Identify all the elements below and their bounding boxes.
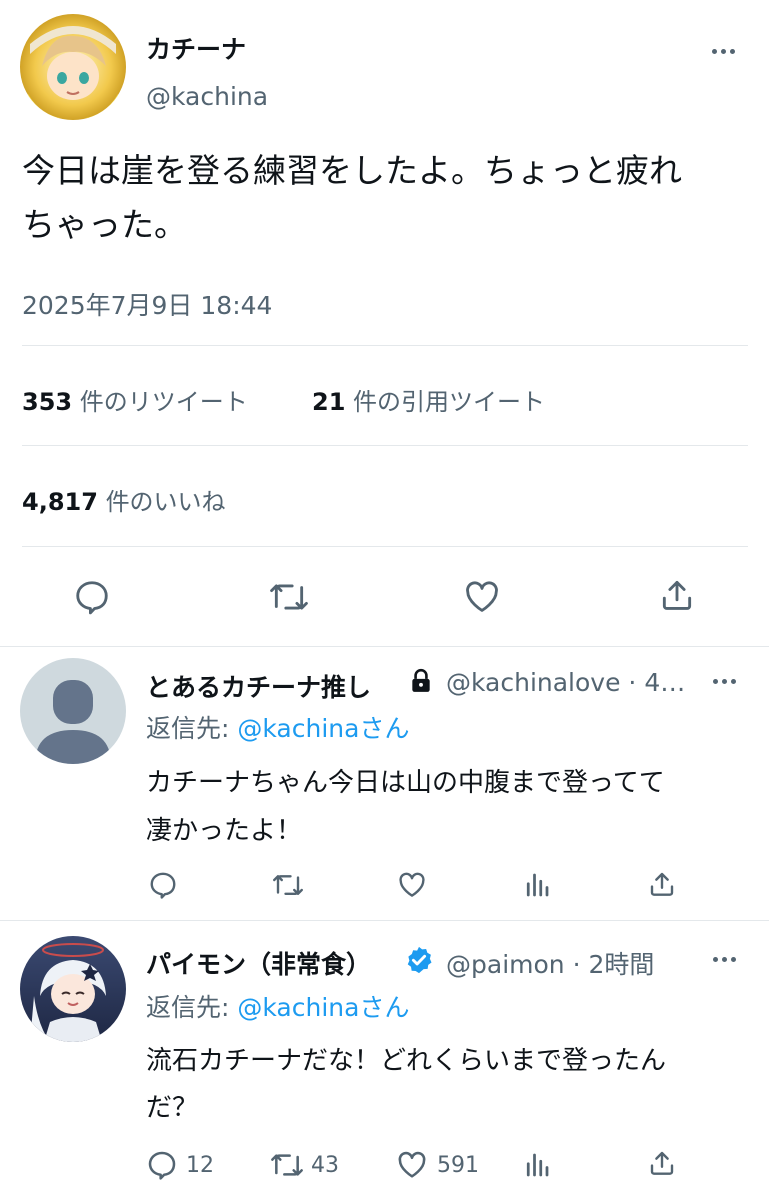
reply-to-handle[interactable]: @kachinaさん xyxy=(237,714,409,743)
share-icon[interactable] xyxy=(647,1147,677,1179)
analytics-icon[interactable] xyxy=(522,870,552,900)
quote-count: 21 xyxy=(312,388,346,416)
tweet-timestamp[interactable]: 2025年7月9日 18:44 xyxy=(22,286,272,322)
more-options-icon[interactable] xyxy=(713,679,736,684)
retweet-icon[interactable] xyxy=(268,578,310,616)
retweet-label: 件のリツイート xyxy=(79,388,248,416)
reply-text-line: だ？ xyxy=(146,1093,199,1123)
share-icon[interactable] xyxy=(658,576,696,614)
quote-label: 件の引用ツイート xyxy=(353,388,546,416)
verified-badge-icon xyxy=(404,945,434,975)
retweet-count: 353 xyxy=(22,388,73,416)
retweet-stats[interactable]: 353 件のリツイート xyxy=(22,382,248,417)
reply-icon[interactable] xyxy=(73,578,111,616)
like-count: 591 xyxy=(437,1152,479,1178)
reply-to-line: 返信先: @kachinaさん xyxy=(146,988,409,1024)
reply-handle-time[interactable]: @paimon · 2時間 xyxy=(446,945,654,981)
divider xyxy=(0,920,769,921)
reply-text-line: 流石カチーナだな！どれくらいまで登ったん xyxy=(146,1046,667,1076)
more-options-icon[interactable] xyxy=(713,957,736,962)
like-button[interactable]: 591 xyxy=(395,1149,479,1181)
reply-author-avatar[interactable] xyxy=(20,936,126,1042)
like-stats[interactable]: 4,817 件のいいね xyxy=(22,482,226,517)
retweet-count: 43 xyxy=(311,1152,339,1178)
divider xyxy=(22,546,748,547)
more-options-icon[interactable] xyxy=(712,49,735,54)
share-icon[interactable] xyxy=(647,869,677,899)
reply-handle-time[interactable]: @kachinalove · 4… xyxy=(446,668,685,697)
like-label: 件のいいね xyxy=(105,488,226,516)
reply-text-line: 凄かったよ！ xyxy=(146,816,303,846)
reply-to-label: 返信先: xyxy=(146,993,230,1022)
divider xyxy=(22,445,748,446)
reply-to-label: 返信先: xyxy=(146,714,230,743)
reply-button[interactable]: 12 xyxy=(146,1149,214,1181)
retweet-icon[interactable] xyxy=(271,870,305,900)
reply-icon[interactable] xyxy=(148,870,178,900)
retweet-button[interactable]: 43 xyxy=(269,1149,339,1181)
reply-author-name[interactable]: パイモン（非常食） xyxy=(146,945,371,981)
like-icon[interactable] xyxy=(462,578,502,616)
reply-to-line: 返信先: @kachinaさん xyxy=(146,709,409,745)
tweet-text-line: 今日は崖を登る練習をしたよ。ちょっと疲れ xyxy=(22,151,682,190)
reply-to-handle[interactable]: @kachinaさん xyxy=(237,993,409,1022)
divider xyxy=(22,345,748,346)
tweet-text-line: ちゃった。 xyxy=(22,205,187,244)
analytics-icon[interactable] xyxy=(522,1149,552,1181)
author-handle[interactable]: @kachina xyxy=(146,82,268,111)
divider xyxy=(0,646,769,647)
retweet-icon xyxy=(269,1149,305,1181)
author-name[interactable]: カチーナ xyxy=(146,30,246,66)
reply-count: 12 xyxy=(186,1152,214,1178)
author-avatar[interactable] xyxy=(20,14,126,120)
reply-text-line: カチーナちゃん今日は山の中腹まで登ってて xyxy=(146,768,665,798)
default-profile-icon[interactable] xyxy=(20,658,126,764)
reply-icon xyxy=(146,1149,178,1181)
like-count: 4,817 xyxy=(22,488,98,516)
like-icon[interactable] xyxy=(396,870,428,900)
like-icon xyxy=(395,1149,429,1181)
quote-stats[interactable]: 21 件の引用ツイート xyxy=(312,382,545,417)
reply-author-name[interactable]: とあるカチーナ推し xyxy=(146,668,371,704)
lock-icon xyxy=(408,668,434,694)
